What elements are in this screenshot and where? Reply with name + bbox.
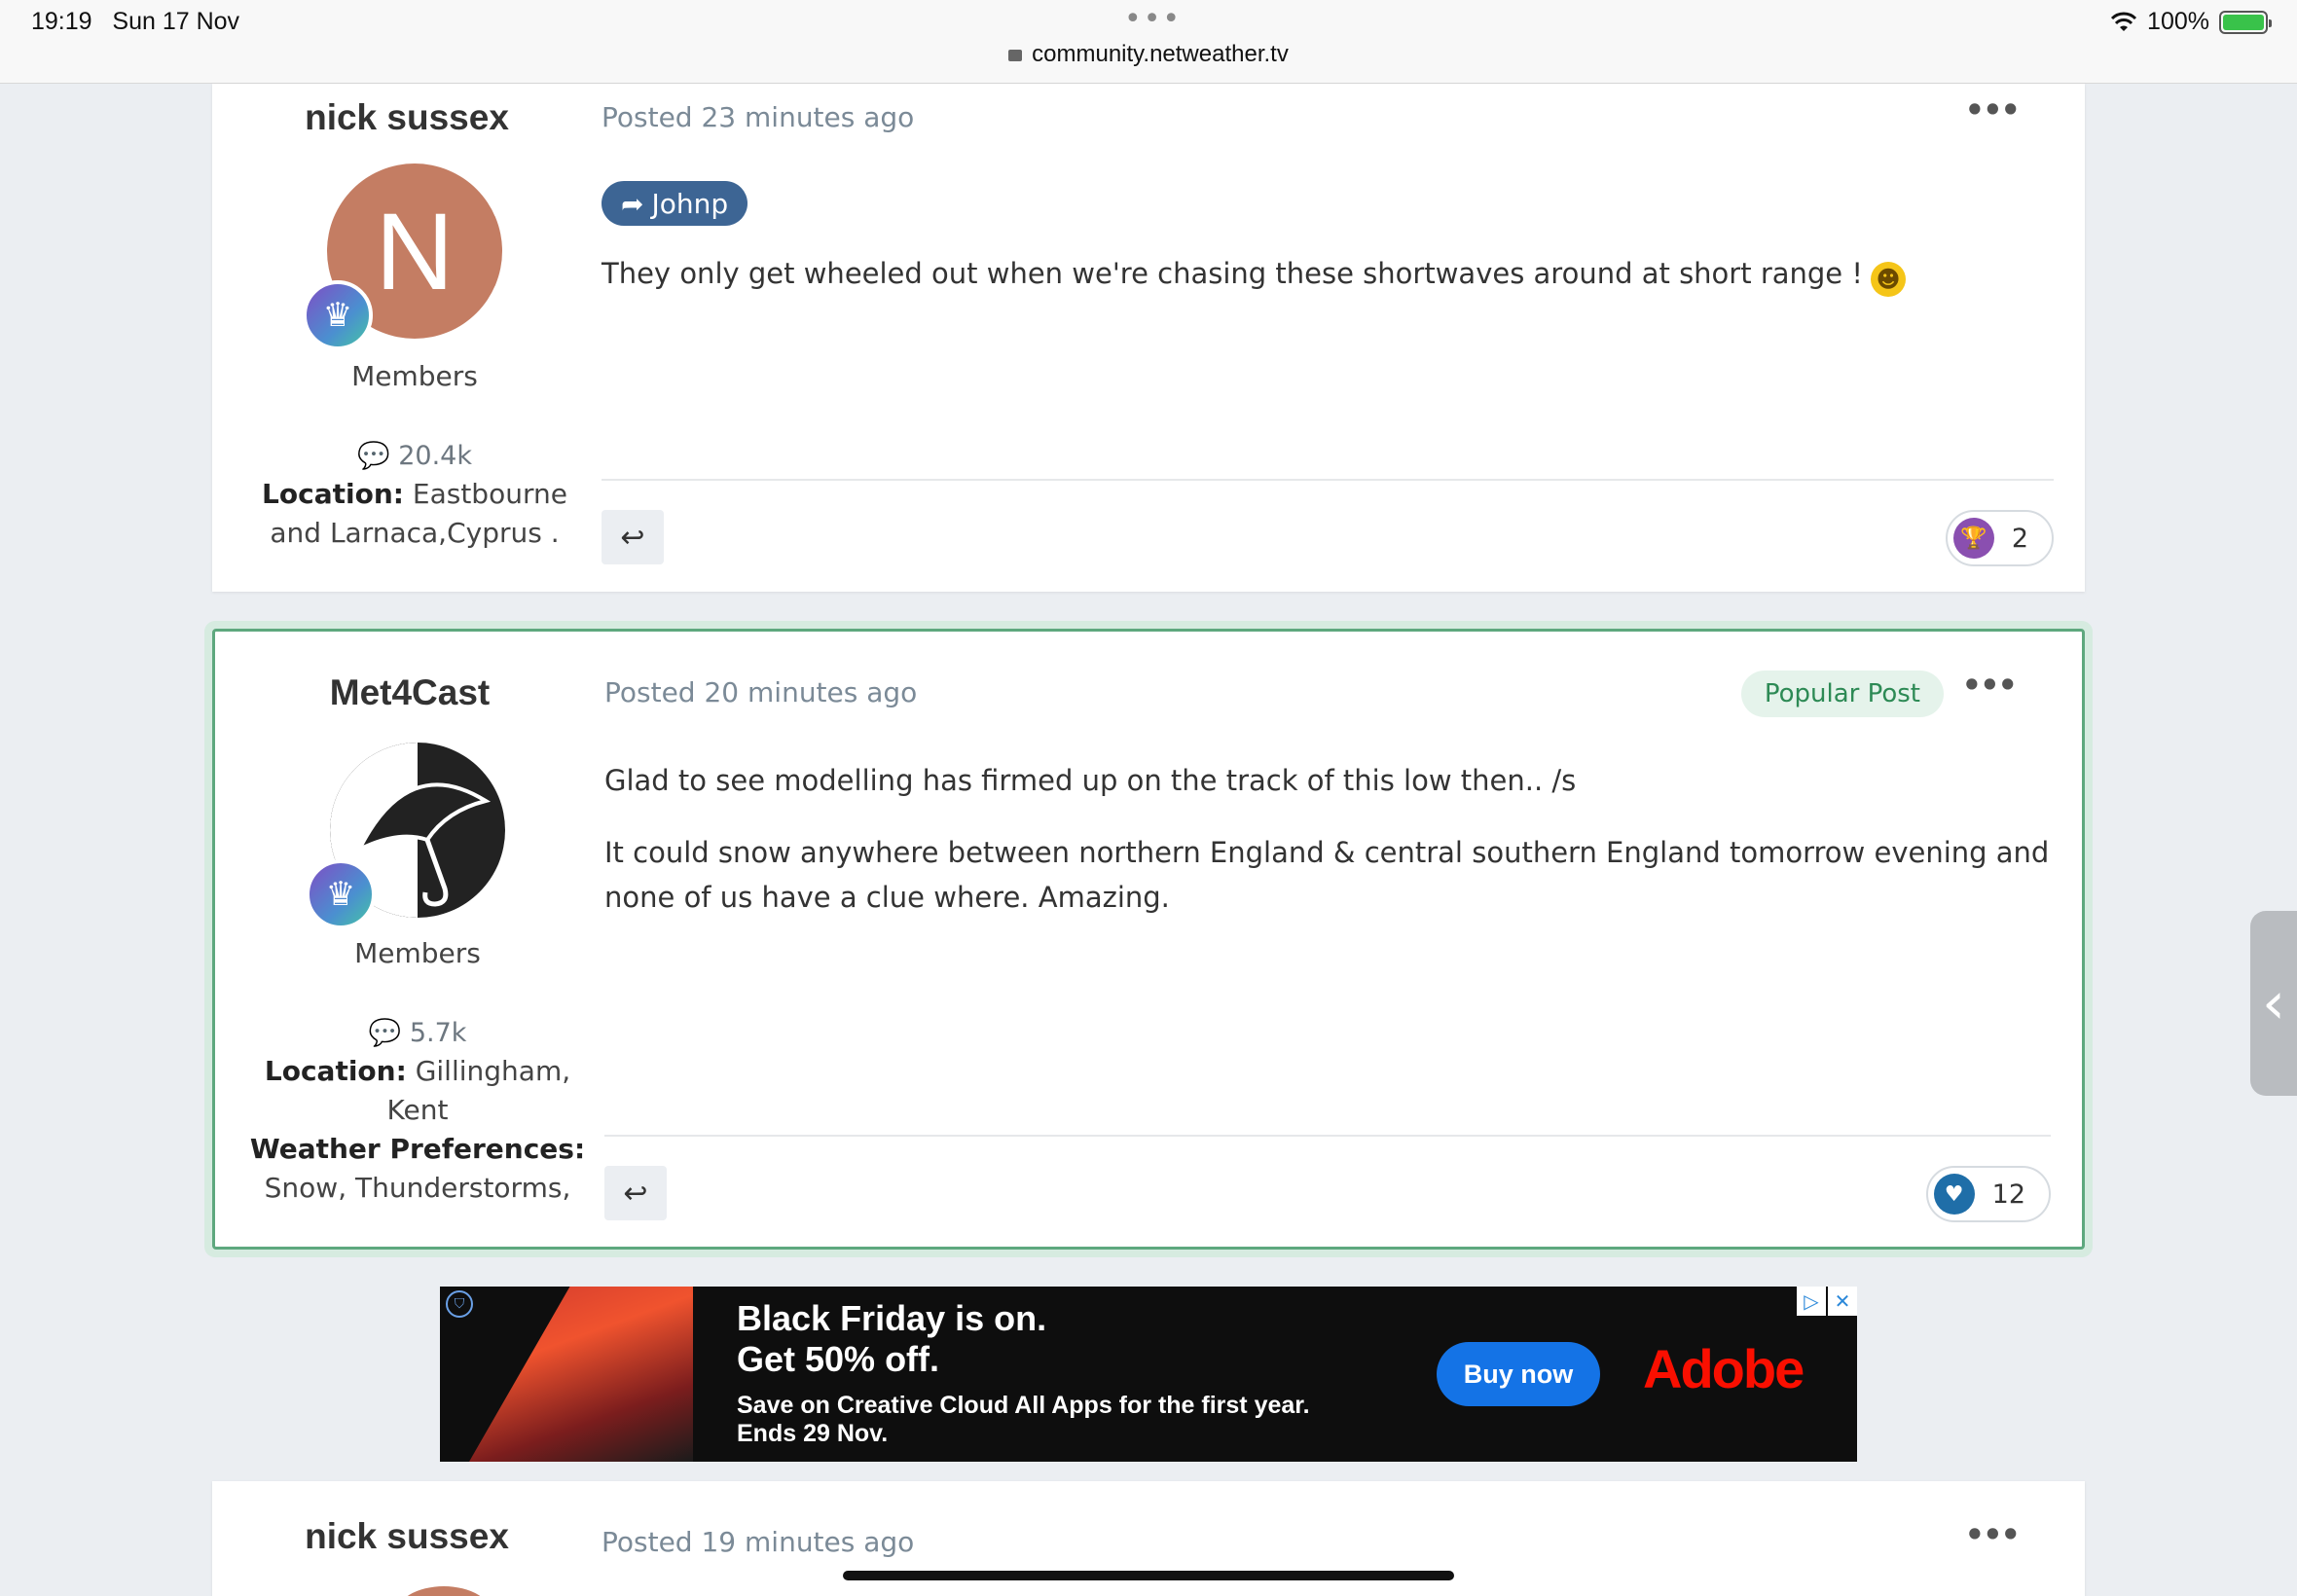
ad-artwork <box>469 1287 693 1462</box>
post-card-popular: Met4Cast ♛ Members 💬 5.7k Location: Gill… <box>212 629 2085 1250</box>
post-paragraph: Glad to see modelling has firmed up on t… <box>604 764 1577 797</box>
member-group: Members <box>351 360 478 392</box>
crown-icon: ♛ <box>306 859 376 929</box>
status-time: 19:19 Sun 17 Nov <box>31 8 239 36</box>
author-name[interactable]: nick sussex <box>212 1516 602 1557</box>
post-count: 💬 20.4k <box>212 440 617 471</box>
share-arrow-icon: ➦ <box>621 187 644 220</box>
grin-emoji-icon: ☻ <box>1870 262 1906 297</box>
heart-icon: ♥ <box>1933 1174 1975 1215</box>
trophy-icon: 🏆 <box>1952 518 1994 559</box>
date-text: Sun 17 Nov <box>112 8 240 35</box>
reaction-count: 12 <box>1991 1179 2025 1210</box>
reply-button[interactable]: ↩ <box>604 1166 667 1220</box>
status-indicators: 100% <box>2110 8 2272 36</box>
address-bar[interactable]: community.netweather.tv <box>0 41 2297 68</box>
ad-line-2: Get 50% off. <box>737 1339 940 1379</box>
ad-banner[interactable]: ⛉ Black Friday is on. Get 50% off. Save o… <box>440 1287 1857 1462</box>
reaction-count: 2 <box>2011 523 2028 554</box>
reaction-button[interactable]: ♥ 12 <box>1925 1166 2051 1222</box>
comment-icon: 💬 <box>368 1018 402 1048</box>
crown-icon: ♛ <box>303 280 373 350</box>
prefs-value: Snow, Thunderstorms, <box>264 1172 571 1204</box>
ad-choices-icon[interactable]: ▷ <box>1797 1287 1826 1316</box>
location-value: Gillingham, Kent <box>386 1055 571 1126</box>
more-icon[interactable]: ••• <box>1962 667 2018 704</box>
ad-line-1: Black Friday is on. <box>737 1298 1047 1338</box>
post-content: Glad to see modelling has firmed up on t… <box>604 758 2055 947</box>
ad-controls: ▷ ✕ <box>1797 1287 1857 1316</box>
author-name[interactable]: Met4Cast <box>215 672 604 713</box>
ad-buy-button[interactable]: Buy now <box>1437 1342 1600 1406</box>
author-name[interactable]: nick sussex <box>212 97 602 138</box>
post-paragraph: It could snow anywhere between northern … <box>604 836 2050 914</box>
url-text: community.netweather.tv <box>1032 41 1289 67</box>
ad-brand-logo: Adobe <box>1643 1338 1805 1399</box>
post-divider <box>604 1135 2051 1137</box>
reaction-button[interactable]: 🏆 2 <box>1945 510 2054 566</box>
post-count-value: 5.7k <box>409 1018 467 1048</box>
ad-line-4: Ends 29 Nov. <box>737 1420 889 1447</box>
comment-icon: 💬 <box>357 441 390 471</box>
status-bar: 19:19 Sun 17 Nov ••• community.netweathe… <box>0 0 2297 84</box>
author-name-text[interactable]: nick sussex <box>305 1516 509 1556</box>
reply-button[interactable]: ↩ <box>602 510 664 564</box>
avatar[interactable]: N ♛ <box>303 163 502 350</box>
ad-privacy-icon[interactable]: ⛉ <box>446 1290 473 1318</box>
location-label: Location: <box>264 1055 407 1087</box>
wifi-icon <box>2110 12 2137 31</box>
ad-line-3: Save on Creative Cloud All Apps for the … <box>737 1392 1310 1419</box>
ad-subtext: Save on Creative Cloud All Apps for the … <box>737 1392 1310 1448</box>
post-content: They only get wheeled out when we're cha… <box>602 251 2052 297</box>
post-date[interactable]: Posted 19 minutes ago <box>602 1526 914 1558</box>
lock-icon <box>1008 50 1023 61</box>
reply-icon: ↩ <box>620 520 645 555</box>
location-label: Location: <box>262 478 404 510</box>
ad-headline: Black Friday is on. Get 50% off. <box>737 1298 1046 1380</box>
member-group: Members <box>354 937 481 969</box>
more-icon[interactable]: ••• <box>1965 1516 2021 1553</box>
more-tabs-icon[interactable]: ••• <box>1124 2 1182 36</box>
post-date[interactable]: Posted 23 minutes ago <box>602 101 914 133</box>
author-name-text[interactable]: Met4Cast <box>330 672 491 712</box>
avatar[interactable] <box>395 1586 492 1596</box>
reply-icon: ↩ <box>623 1176 648 1211</box>
author-name-text[interactable]: nick sussex <box>305 97 509 137</box>
popular-post-badge: Popular Post <box>1740 671 1944 717</box>
post-date[interactable]: Posted 20 minutes ago <box>604 676 917 708</box>
prefs-label: Weather Preferences: <box>249 1133 586 1165</box>
author-location: Location: Gillingham, Kent <box>244 1052 591 1130</box>
quote-user-name: Johnp <box>651 187 729 220</box>
side-panel-handle[interactable]: ‹ <box>2250 911 2297 1096</box>
battery-percent: 100% <box>2147 8 2209 35</box>
avatar[interactable]: ♛ <box>306 743 505 929</box>
chevron-left-icon: ‹ <box>2262 969 2285 1037</box>
post-text: They only get wheeled out when we're cha… <box>602 257 1863 290</box>
time-text: 19:19 <box>31 8 92 35</box>
author-location: Location: Eastbourne and Larnaca,Cyprus … <box>241 475 588 553</box>
post-count: 💬 5.7k <box>215 1017 620 1048</box>
weather-preferences: Weather Preferences: Snow, Thunderstorms, <box>244 1130 591 1208</box>
post-count-value: 20.4k <box>398 441 472 471</box>
quote-user-tag[interactable]: ➦ Johnp <box>602 181 748 226</box>
battery-icon <box>2219 10 2272 34</box>
home-indicator[interactable] <box>843 1571 1454 1580</box>
more-icon[interactable]: ••• <box>1965 91 2021 128</box>
close-icon[interactable]: ✕ <box>1828 1287 1857 1316</box>
post-card: nick sussex N ♛ Members 💬 20.4k Location… <box>212 84 2085 592</box>
post-divider <box>602 479 2054 481</box>
